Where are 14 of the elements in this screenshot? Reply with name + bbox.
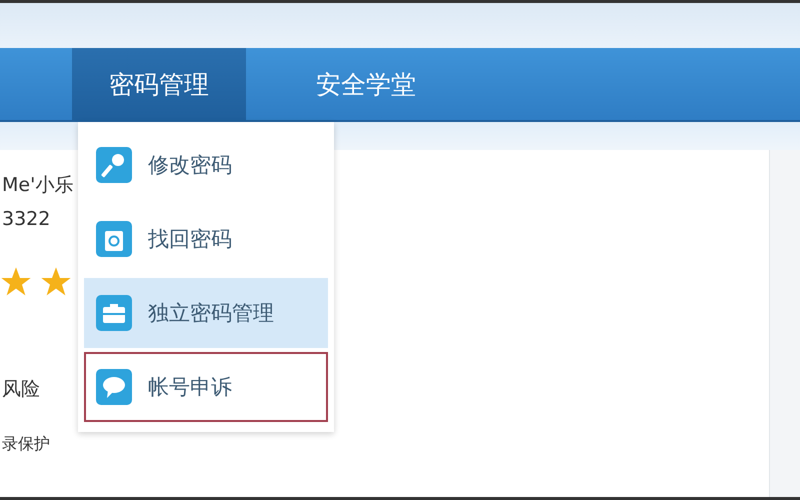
risk-label: 风险 <box>1 377 41 402</box>
menu-item[interactable]: 帐号申诉 <box>84 352 328 422</box>
protection-label: 录保护 <box>1 434 51 455</box>
menu-item[interactable]: 找回密码 <box>84 204 328 274</box>
speech-bubble-icon <box>96 369 132 405</box>
user-name: Me'小乐 <box>1 173 74 198</box>
star-icon <box>40 266 72 298</box>
menu-item[interactable]: 修改密码 <box>84 130 328 200</box>
nav-tab[interactable]: 安全学堂 <box>266 48 466 120</box>
user-number: 3322 <box>1 208 52 230</box>
menu-item[interactable]: 独立密码管理 <box>84 278 328 348</box>
star-icon <box>0 266 32 298</box>
nav-tab[interactable]: 密码管理 <box>72 48 246 120</box>
briefcase-icon <box>96 295 132 331</box>
